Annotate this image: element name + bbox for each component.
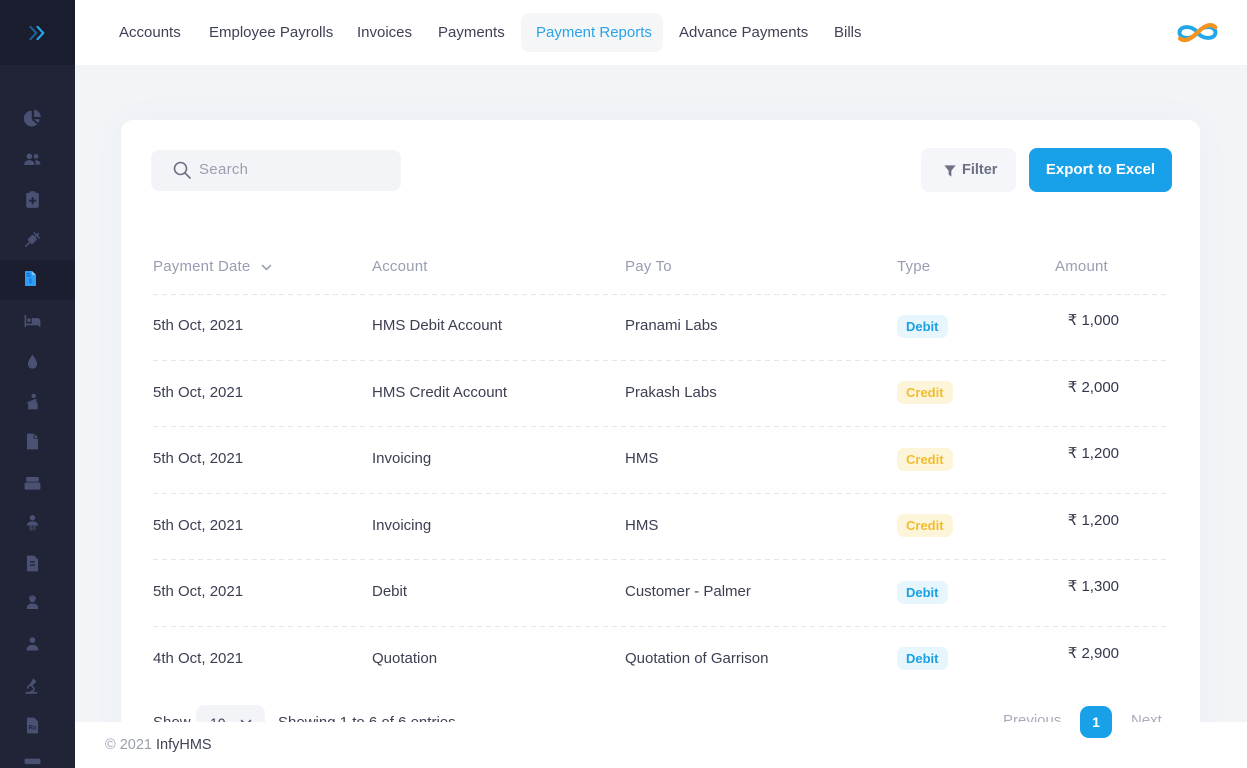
svg-text:Rx: Rx [28, 724, 37, 731]
svg-text:60: 60 [29, 526, 36, 532]
